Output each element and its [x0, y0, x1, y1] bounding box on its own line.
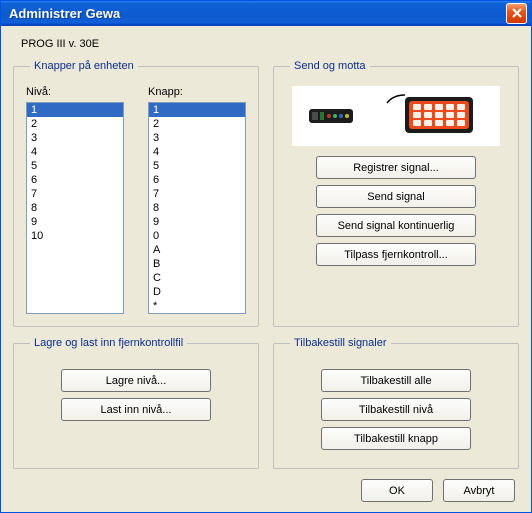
tilbakestill-alle-button[interactable]: Tilbakestill alle [321, 369, 471, 392]
close-icon [512, 8, 522, 18]
keypad-device-icon [383, 93, 483, 139]
list-item[interactable]: 1 [149, 103, 245, 117]
list-item[interactable]: 8 [27, 201, 123, 215]
niva-listbox[interactable]: 12345678910 [26, 102, 124, 314]
list-item[interactable]: 8 [149, 201, 245, 215]
list-item[interactable]: 2 [27, 117, 123, 131]
list-item[interactable]: 1 [27, 103, 123, 117]
knapp-label: Knapp: [148, 86, 246, 98]
group-reset-legend: Tilbakestill signaler [290, 337, 391, 349]
list-item[interactable]: 4 [27, 145, 123, 159]
list-item[interactable]: 5 [27, 159, 123, 173]
last-inn-niva-button[interactable]: Last inn nivå... [61, 398, 211, 421]
list-item[interactable]: 4 [149, 145, 245, 159]
send-signal-button[interactable]: Send signal [316, 185, 476, 208]
lagre-niva-button[interactable]: Lagre nivå... [61, 369, 211, 392]
group-reset-signals: Tilbakestill signaler Tilbakestill alle … [273, 337, 519, 469]
list-item[interactable]: 0 [149, 229, 245, 243]
window-close-button[interactable] [506, 3, 527, 24]
list-item[interactable]: B [149, 257, 245, 271]
tilpass-fjernkontroll-button[interactable]: Tilpass fjernkontroll... [316, 243, 476, 266]
list-item[interactable]: 9 [149, 215, 245, 229]
list-item[interactable]: 2 [149, 117, 245, 131]
window-title: Administrer Gewa [9, 6, 506, 21]
list-item[interactable]: 6 [27, 173, 123, 187]
list-item[interactable]: C [149, 271, 245, 285]
group-send-receive-legend: Send og motta [290, 60, 370, 72]
ok-button[interactable]: OK [361, 479, 433, 502]
remote-icon [309, 93, 365, 139]
registrer-signal-button[interactable]: Registrer signal... [316, 156, 476, 179]
group-file-legend: Lagre og last inn fjernkontrollfil [30, 337, 187, 349]
list-item[interactable]: 3 [149, 131, 245, 145]
list-item[interactable]: * [149, 299, 245, 313]
tilbakestill-niva-button[interactable]: Tilbakestill nivå [321, 398, 471, 421]
tilbakestill-knapp-button[interactable]: Tilbakestill knapp [321, 427, 471, 450]
group-device-buttons: Knapper på enheten Nivå: 12345678910 Kna… [13, 60, 259, 327]
list-item[interactable]: 6 [149, 173, 245, 187]
list-item[interactable]: 9 [27, 215, 123, 229]
avbryt-button[interactable]: Avbryt [443, 479, 515, 502]
group-file-save-load: Lagre og last inn fjernkontrollfil Lagre… [13, 337, 259, 469]
titlebar: Administrer Gewa [1, 1, 531, 26]
list-item[interactable]: 10 [27, 229, 123, 243]
list-item[interactable]: 3 [27, 131, 123, 145]
list-item[interactable]: A [149, 243, 245, 257]
list-item[interactable]: # [149, 313, 245, 314]
list-item[interactable]: 5 [149, 159, 245, 173]
group-device-buttons-legend: Knapper på enheten [30, 60, 138, 72]
device-image-area [292, 86, 500, 146]
version-label: PROG III v. 30E [21, 38, 515, 50]
list-item[interactable]: D [149, 285, 245, 299]
knapp-listbox[interactable]: 1234567890ABCD*# [148, 102, 246, 314]
list-item[interactable]: 7 [149, 187, 245, 201]
niva-label: Nivå: [26, 86, 124, 98]
group-send-receive: Send og motta [273, 60, 519, 327]
send-signal-cont-button[interactable]: Send signal kontinuerlig [316, 214, 476, 237]
list-item[interactable]: 7 [27, 187, 123, 201]
